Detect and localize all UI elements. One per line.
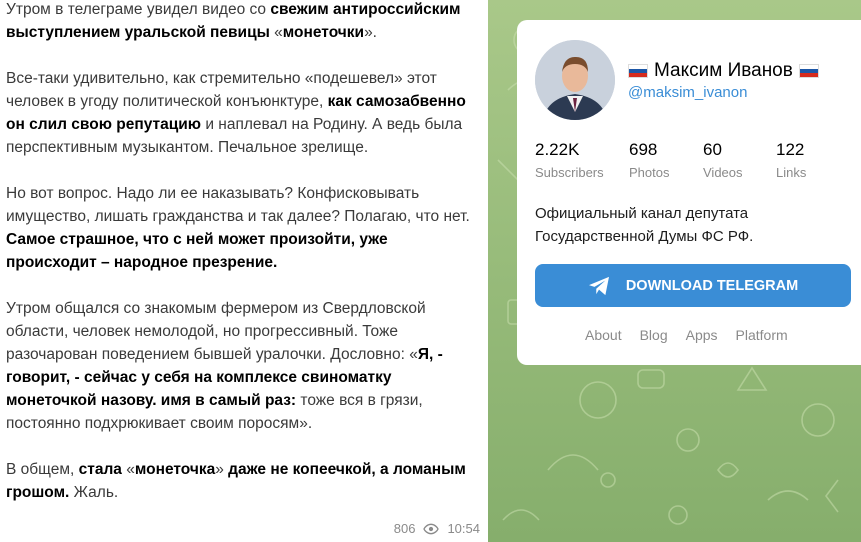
telegram-plane-icon <box>588 276 609 295</box>
post-paragraph: В общем, стала «монеточка» даже не копее… <box>6 458 480 504</box>
stat-photos: 698 Photos <box>629 140 670 180</box>
stat-videos: 60 Videos <box>703 140 743 180</box>
russia-flag-icon <box>798 64 819 78</box>
download-telegram-label: DOWNLOAD TELEGRAM <box>625 277 799 294</box>
stat-subscribers: 2.22K Subscribers <box>535 140 604 180</box>
bold-text-run: стала <box>78 461 122 478</box>
post-paragraph: Все-таки удивительно, как стремительно «… <box>6 67 480 159</box>
bold-text-run: монеточка <box>134 461 216 478</box>
post-time: 10:54 <box>447 521 480 536</box>
russia-flag-icon <box>628 64 648 78</box>
eye-icon <box>423 523 440 534</box>
link-about[interactable]: About <box>585 327 622 343</box>
text-run: Утром общался со знакомым фермером из Св… <box>6 300 426 363</box>
bold-text-run: монеточки <box>282 24 365 41</box>
link-apps[interactable]: Apps <box>686 327 718 343</box>
text-run: » <box>215 461 229 478</box>
post-paragraph: Утром общался со знакомым фермером из Св… <box>6 297 480 435</box>
channel-card: Максим Иванов @maksim_ivanon 2.22K Subsc… <box>517 20 861 365</box>
text-run: « <box>121 461 135 478</box>
post-message: Утром в телеграме увидел видео со свежим… <box>0 0 488 542</box>
link-blog[interactable]: Blog <box>640 327 668 343</box>
post-paragraph: Но вот вопрос. Надо ли ее наказывать? Ко… <box>6 182 480 274</box>
text-run: В общем, <box>6 461 79 478</box>
text-run: Жаль. <box>69 484 119 501</box>
channel-handle[interactable]: @maksim_ivanon <box>628 84 747 101</box>
channel-name: Максим Иванов <box>628 60 819 82</box>
bold-text-run: Самое страшное, что с ней может произойт… <box>6 231 388 271</box>
text-run: « <box>269 24 283 41</box>
footer-links: About Blog Apps Platform <box>585 327 788 343</box>
download-telegram-button[interactable]: DOWNLOAD TELEGRAM <box>535 264 851 307</box>
post-paragraph: Утром в телеграме увидел видео со свежим… <box>6 0 480 44</box>
channel-description: Официальный канал депутата Государственн… <box>535 205 754 245</box>
channel-stats: 2.22K Subscribers 698 Photos 60 Videos 1… <box>535 140 836 180</box>
views-count: 806 <box>393 521 416 536</box>
channel-name-text: Максим Иванов <box>654 60 793 81</box>
post-text: Утром в телеграме увидел видео со свежим… <box>6 0 480 504</box>
text-run: ». <box>364 24 377 41</box>
text-run: Утром в телеграме увидел видео со <box>6 1 271 18</box>
text-run: Но вот вопрос. Надо ли ее наказывать? Ко… <box>6 185 470 225</box>
link-platform[interactable]: Platform <box>736 327 788 343</box>
post-meta: 806 10:54 <box>393 517 480 540</box>
stat-links: 122 Links <box>776 140 807 180</box>
channel-avatar[interactable] <box>535 40 615 120</box>
